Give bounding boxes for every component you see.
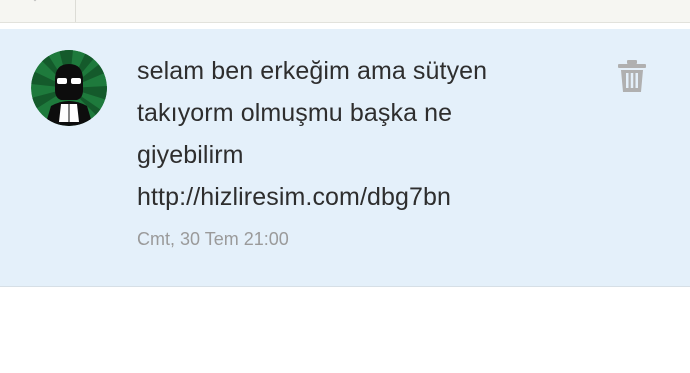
- message-line: takıyorm olmuşmu başka ne: [137, 99, 453, 127]
- message-line: selam ben erkeğim ama sütyen: [137, 57, 488, 85]
- trash-icon: [618, 60, 646, 92]
- avatar[interactable]: [31, 50, 107, 126]
- chevron-icon: [33, 0, 37, 2]
- message-card[interactable]: selam ben erkeğim ama sütyen takıyorm ol…: [0, 29, 690, 287]
- message-line: giyebilirm: [137, 141, 244, 169]
- message-body: selam ben erkeğim ama sütyen takıyorm ol…: [137, 50, 557, 218]
- user-avatar-icon: [31, 50, 107, 126]
- top-toolbar: [0, 0, 690, 23]
- delete-button[interactable]: [612, 56, 652, 96]
- back-button[interactable]: [0, 0, 76, 22]
- message-timestamp: Cmt, 30 Tem 21:00: [137, 229, 289, 249]
- message-link[interactable]: http://hizliresim.com/dbg7bn: [137, 176, 557, 218]
